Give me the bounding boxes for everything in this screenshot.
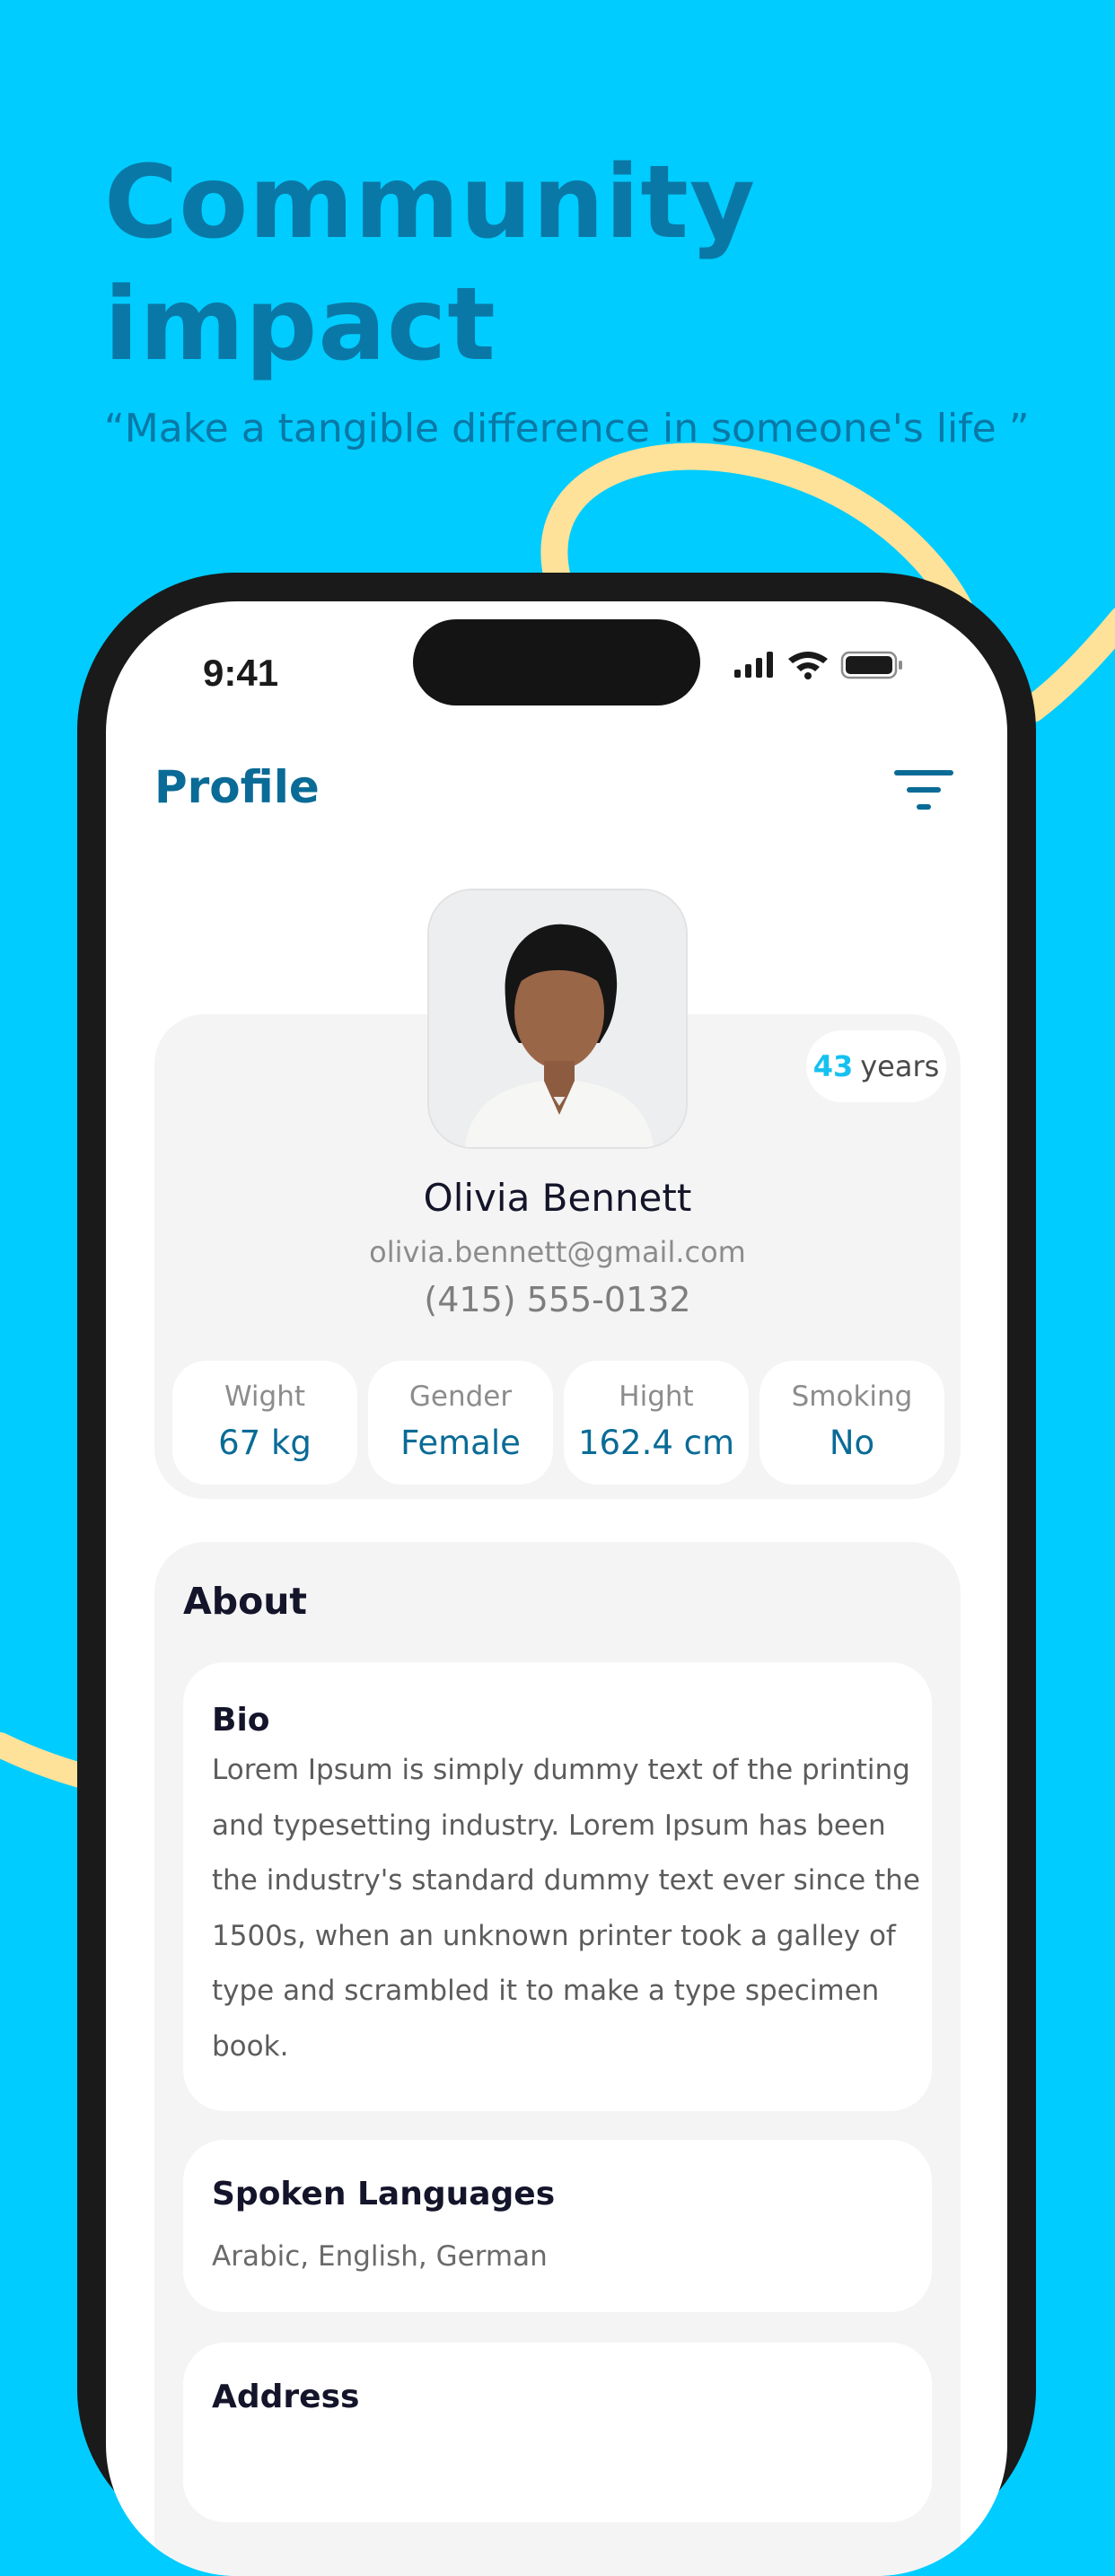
stat-value: No (829, 1424, 875, 1462)
profile-name: Olivia Bennett (423, 1176, 692, 1220)
age-unit: years (860, 1049, 940, 1083)
stat-label: Wight (224, 1380, 306, 1413)
filter-icon[interactable] (892, 767, 955, 813)
avatar-photo (429, 890, 686, 1147)
wifi-icon (788, 652, 828, 679)
bio-line: type and scrambled it to make a type spe… (212, 1975, 880, 2007)
hero-title-line-1: Community (104, 145, 756, 261)
bio-line: and typesetting industry. Lorem Ipsum ha… (212, 1809, 886, 1842)
bio-line: book. (212, 2029, 289, 2063)
age-badge: 43 years (806, 1030, 946, 1102)
stat-label: Gender (408, 1380, 513, 1413)
stat-label: Smoking (791, 1380, 913, 1413)
phone-screen: 9:41 Profile 43 years Olivia Bennett oli… (106, 601, 1007, 2576)
languages-value: Arabic, English, German (212, 2240, 548, 2273)
address-card: Address (183, 2343, 932, 2522)
stat-weight: Wight 67 kg (172, 1361, 357, 1485)
page-title: Profile (154, 761, 320, 813)
bio-line: Lorem Ipsum is simply dummy text of the … (212, 1754, 910, 1786)
languages-card: Spoken Languages Arabic, English, German (183, 2140, 932, 2312)
bio-card: Bio Lorem Ipsum is simply dummy text of … (183, 1662, 932, 2111)
bio-title: Bio (212, 1702, 270, 1739)
bio-text: Lorem Ipsum is simply dummy text of the … (212, 1743, 921, 2074)
hero-title-line-2: impact (104, 267, 496, 383)
stat-gender: Gender Female (368, 1361, 553, 1485)
address-title: Address (212, 2379, 360, 2415)
age-value: 43 (812, 1049, 854, 1083)
hero-title: Community impact (104, 142, 912, 386)
profile-phone[interactable]: (415) 555-0132 (154, 1280, 961, 1319)
bio-line: 1500s, when an unknown printer took a ga… (212, 1919, 896, 1952)
stat-smoking: Smoking No (759, 1361, 944, 1485)
stat-value: 67 kg (218, 1424, 312, 1462)
about-title: About (183, 1580, 308, 1623)
stat-value: 162.4 cm (577, 1424, 735, 1462)
languages-title: Spoken Languages (212, 2176, 556, 2212)
cellular-signal-icon (734, 652, 773, 678)
dynamic-island (413, 619, 700, 705)
stat-value: Female (400, 1424, 521, 1462)
avatar[interactable] (427, 889, 688, 1149)
status-icons (734, 651, 902, 679)
battery-icon (840, 651, 902, 679)
stat-height: Hight 162.4 cm (564, 1361, 749, 1485)
hero-quote: “Make a tangible difference in someone's… (104, 406, 1030, 451)
status-time: 9:41 (203, 652, 279, 694)
profile-email[interactable]: olivia.bennett@gmail.com (154, 1235, 961, 1269)
stat-label: Hight (619, 1380, 694, 1413)
bio-line: the industry's standard dummy text ever … (212, 1864, 920, 1897)
